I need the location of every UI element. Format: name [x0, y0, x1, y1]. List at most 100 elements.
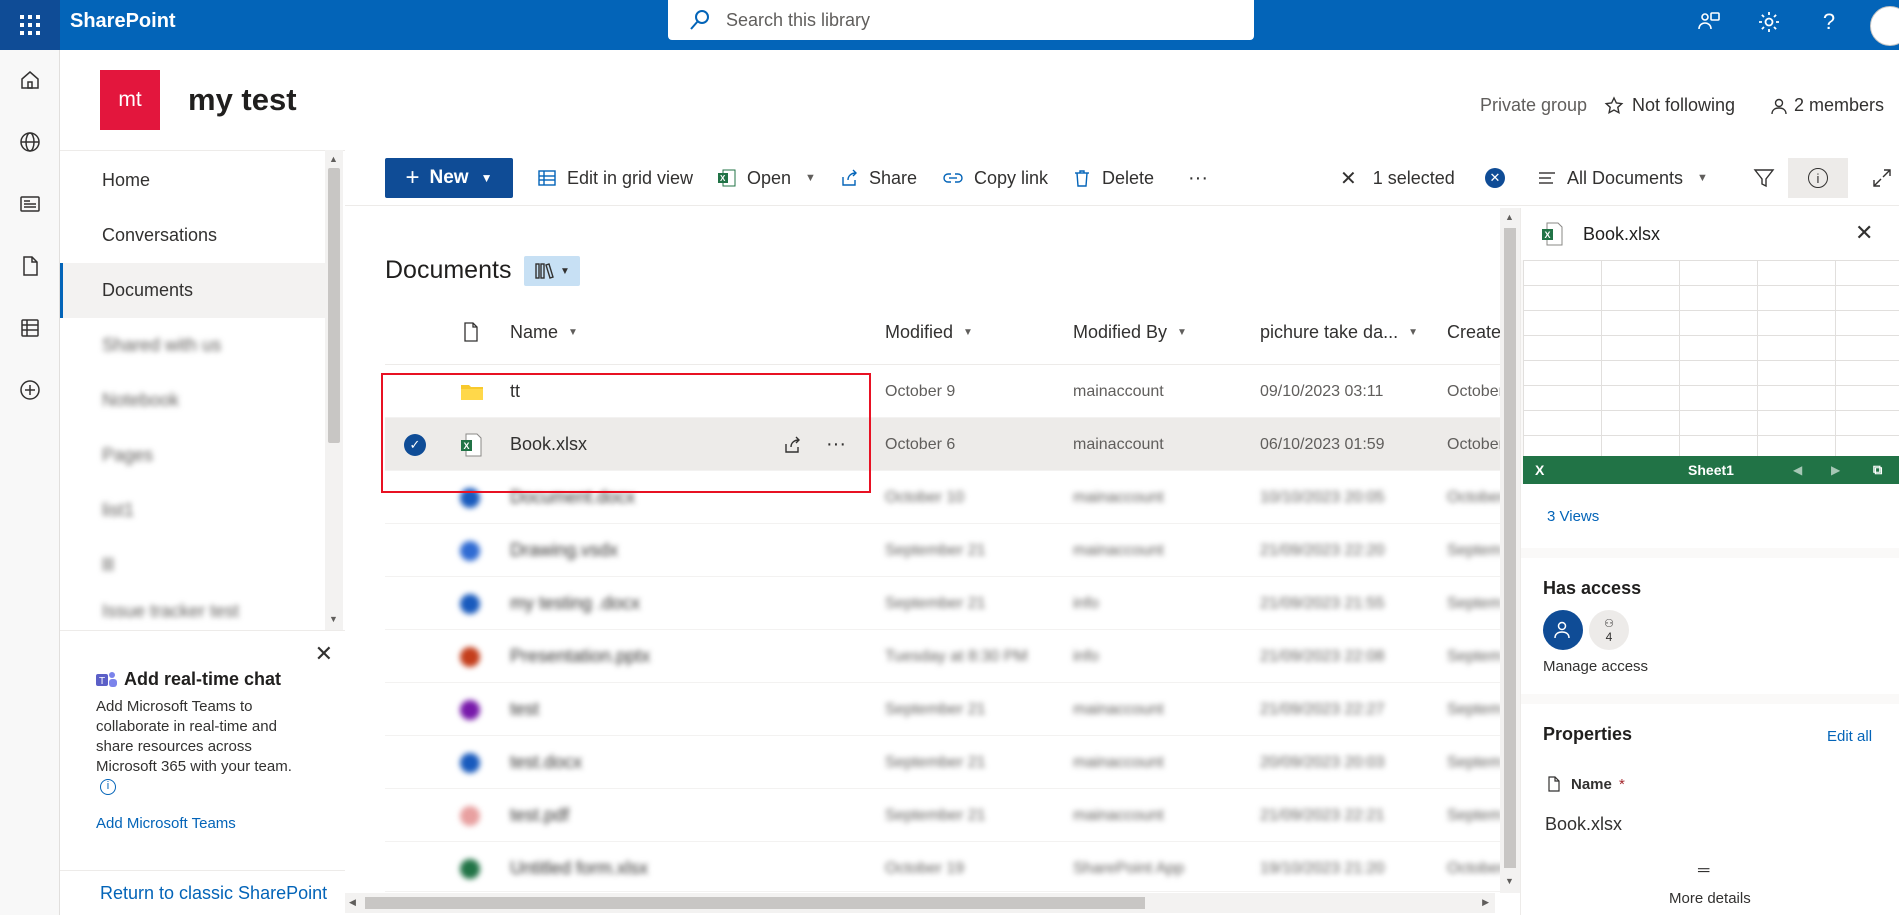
row-name[interactable]: test.pdf	[510, 789, 569, 842]
account-avatar[interactable]	[1870, 6, 1899, 46]
manage-access-link[interactable]: Manage access	[1543, 658, 1648, 675]
nav-pages[interactable]: Pages	[60, 428, 325, 483]
nav-shared-with-us[interactable]: Shared with us	[60, 318, 325, 373]
scroll-down-icon[interactable]: ▼	[1505, 876, 1514, 886]
nav-documents[interactable]: Documents	[60, 263, 325, 318]
rail-sites-button[interactable]	[16, 128, 44, 156]
table-row[interactable]: test September 21 mainaccount 21/09/2023…	[385, 683, 1502, 736]
deselect-button[interactable]: ✕	[1485, 150, 1505, 206]
scroll-up-icon[interactable]: ▲	[329, 154, 338, 164]
follow-button[interactable]: Not following	[1604, 95, 1735, 116]
nav-scroll-thumb[interactable]	[328, 168, 340, 443]
library-view-button[interactable]: ▼	[524, 256, 580, 286]
row-modified-by[interactable]: mainaccount	[1073, 471, 1164, 524]
views-link[interactable]: 3 Views	[1547, 508, 1599, 525]
row-name[interactable]: test.docx	[510, 736, 582, 789]
scroll-up-icon[interactable]: ▲	[1505, 212, 1514, 222]
next-sheet-icon[interactable]: ▶	[1831, 463, 1840, 477]
site-title[interactable]: my test	[188, 82, 297, 118]
feedback-button[interactable]	[1695, 8, 1723, 36]
nav-conversations[interactable]: Conversations	[60, 208, 325, 263]
delete-button[interactable]: Delete	[1072, 150, 1154, 206]
rail-home-button[interactable]	[16, 66, 44, 94]
settings-button[interactable]	[1755, 8, 1783, 36]
nav-scrollbar[interactable]: ▲ ▼	[325, 150, 343, 630]
row-modified-by[interactable]: mainaccount	[1073, 418, 1164, 471]
list-scroll-thumb[interactable]	[1504, 228, 1516, 868]
open-button[interactable]: X Open ▼	[717, 150, 816, 206]
add-teams-link[interactable]: Add Microsoft Teams	[96, 815, 236, 832]
members-avatar[interactable]: ⚇ 4	[1589, 610, 1629, 650]
popout-icon[interactable]: ⧉	[1873, 462, 1882, 478]
info-pane-button[interactable]: i	[1788, 158, 1848, 198]
row-modified-by[interactable]: mainaccount	[1073, 789, 1164, 842]
table-row[interactable]: Drawing.vsdx September 21 mainaccount 21…	[385, 524, 1502, 577]
modified-by-column-header[interactable]: Modified By ▼	[1073, 322, 1187, 343]
copy-link-button[interactable]: Copy link	[942, 150, 1048, 206]
scroll-down-icon[interactable]: ▼	[329, 614, 338, 624]
search-input[interactable]: Search this library	[726, 10, 870, 31]
scroll-right-icon[interactable]: ▶	[1482, 897, 1489, 908]
nav-list1[interactable]: list1	[60, 483, 325, 538]
info-icon[interactable]: i	[100, 779, 116, 795]
modified-column-header[interactable]: Modified ▼	[885, 322, 973, 343]
name-column-header[interactable]: Name ▼	[510, 322, 578, 343]
row-modified-by[interactable]: mainaccount	[1073, 683, 1164, 736]
file-preview[interactable]	[1523, 260, 1899, 456]
site-logo[interactable]: mt	[100, 70, 160, 130]
rail-files-button[interactable]	[16, 252, 44, 280]
table-row[interactable]: test.docx September 21 mainaccount 20/09…	[385, 736, 1502, 789]
close-icon[interactable]: ✕	[1855, 220, 1873, 246]
table-row[interactable]: test.pdf September 21 mainaccount 21/09/…	[385, 789, 1502, 842]
row-modified-by[interactable]: SharePoint App	[1073, 842, 1184, 895]
row-name[interactable]: test	[510, 683, 539, 736]
picture-column-header[interactable]: pichure take da... ▼	[1260, 322, 1418, 343]
row-modified-by[interactable]: mainaccount	[1073, 365, 1164, 418]
nav-issue-tracker[interactable]: Issue tracker test	[60, 593, 325, 629]
owner-avatar[interactable]	[1543, 610, 1583, 650]
nav-home[interactable]: Home	[60, 153, 325, 208]
edit-all-link[interactable]: Edit all	[1827, 728, 1872, 745]
name-field-value[interactable]: Book.xlsx	[1545, 814, 1622, 835]
table-row[interactable]: my testing .docx September 21 info 21/09…	[385, 577, 1502, 630]
more-button[interactable]: ···	[1188, 150, 1208, 206]
row-modified-by[interactable]: info	[1073, 577, 1099, 630]
list-vertical-scrollbar[interactable]: ▲ ▼	[1500, 208, 1520, 893]
file-type-header[interactable]	[462, 322, 480, 342]
table-row[interactable]: Untitled form.xlsx October 19 SharePoint…	[385, 842, 1504, 895]
created-column-header[interactable]: Create	[1447, 322, 1501, 343]
row-modified-by[interactable]: info	[1073, 630, 1099, 683]
scroll-left-icon[interactable]: ◀	[349, 897, 356, 908]
row-modified-by[interactable]: mainaccount	[1073, 736, 1164, 789]
edit-grid-button[interactable]: Edit in grid view	[537, 150, 693, 206]
row-name[interactable]: my testing .docx	[510, 577, 640, 630]
sheet-tab[interactable]: Sheet1	[1688, 462, 1734, 478]
view-switcher[interactable]: All Documents ▼	[1537, 150, 1708, 206]
search-box[interactable]: Search this library	[668, 0, 1254, 40]
app-launcher-button[interactable]	[0, 0, 60, 50]
share-button[interactable]: Share	[839, 150, 917, 206]
rail-create-button[interactable]	[16, 376, 44, 404]
return-classic-link[interactable]: Return to classic SharePoint	[60, 870, 345, 915]
row-name[interactable]: Presentation.pptx	[510, 630, 650, 683]
list-hscroll-thumb[interactable]	[365, 897, 1145, 909]
brand-link[interactable]: SharePoint	[70, 0, 176, 50]
help-button[interactable]: ?	[1815, 8, 1843, 36]
row-name[interactable]: Drawing.vsdx	[510, 524, 618, 577]
table-row[interactable]: Presentation.pptx Tuesday at 8:30 PM inf…	[385, 630, 1502, 683]
rail-lists-button[interactable]	[16, 314, 44, 342]
prev-sheet-icon[interactable]: ◀	[1793, 463, 1802, 477]
row-modified-by[interactable]: mainaccount	[1073, 524, 1164, 577]
filter-button[interactable]	[1753, 150, 1775, 206]
nav-notebook[interactable]: Notebook	[60, 373, 325, 428]
list-horizontal-scrollbar[interactable]: ◀ ▶	[345, 893, 1495, 913]
clear-selection-button[interactable]: ✕ 1 selected	[1340, 150, 1455, 206]
expand-button[interactable]	[1872, 150, 1892, 206]
members-button[interactable]: 2 members	[1770, 95, 1884, 116]
nav-lll[interactable]: lll	[60, 538, 325, 593]
close-icon[interactable]: ✕	[315, 641, 333, 667]
row-name[interactable]: Untitled form.xlsx	[510, 842, 648, 895]
rail-news-button[interactable]	[16, 190, 44, 218]
new-button[interactable]: + New ▼	[385, 158, 513, 198]
more-details-link[interactable]: More details	[1669, 890, 1751, 907]
